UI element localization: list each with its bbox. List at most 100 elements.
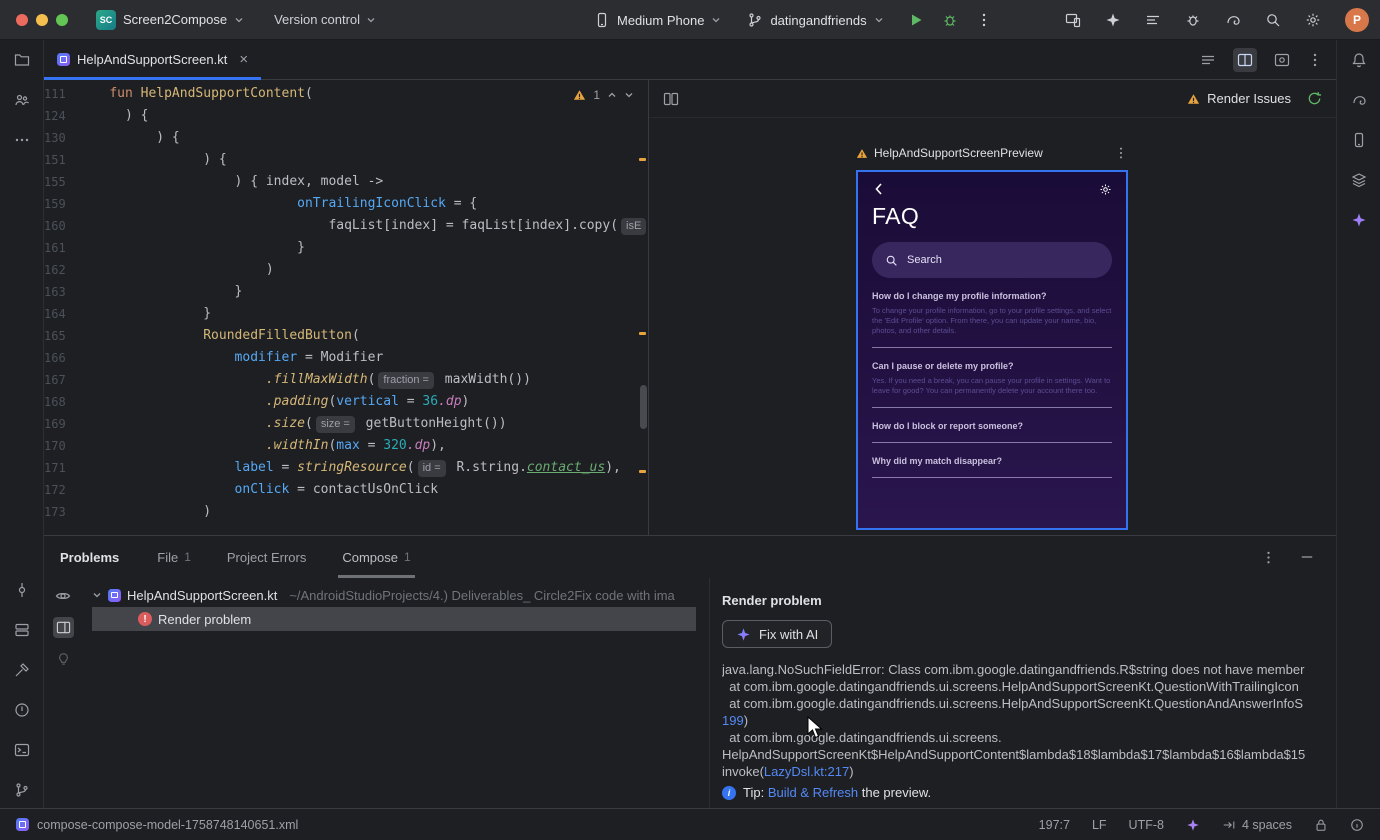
code-line[interactable]: 159 onTrailingIconClick = { [44,193,648,215]
build-refresh-link[interactable]: Build & Refresh [768,785,858,800]
tab-project-errors[interactable]: Project Errors [223,536,310,578]
code-line[interactable]: 169 .size(size = getButtonHeight()) [44,413,648,435]
fix-with-ai-button[interactable]: Fix with AI [722,620,833,648]
terminal-icon[interactable] [14,742,30,758]
code-line[interactable]: 168 .padding(vertical = 36.dp) [44,391,648,413]
line-number[interactable]: 162 [44,259,78,281]
line-number[interactable]: 172 [44,479,78,501]
code-line[interactable]: 151 ) { [44,149,648,171]
stack-trace-link[interactable]: 199 [722,713,744,728]
line-number[interactable]: 155 [44,171,78,193]
split-view-button[interactable] [1233,47,1257,72]
line-number[interactable]: 163 [44,281,78,303]
code-line[interactable]: 172 onClick = contactUsOnClick [44,479,648,501]
preview-more-options-icon[interactable] [1114,146,1128,160]
code-line[interactable]: 163 } [44,281,648,303]
panel-more-options-icon[interactable] [1261,550,1276,565]
warning-stripe-mark[interactable] [639,158,646,161]
avatar[interactable]: P [1345,8,1369,32]
code-line[interactable]: 170 .widthIn(max = 320.dp), [44,435,648,457]
editor-scrollbar[interactable] [640,385,647,429]
render-issues-chip[interactable]: Render Issues [1187,91,1291,106]
line-number[interactable]: 169 [44,413,78,435]
faq-item[interactable]: How do I change my profile information? T… [872,291,1112,348]
code-line[interactable]: 111 fun HelpAndSupportContent( [44,83,648,105]
code-line[interactable]: 164 } [44,303,648,325]
line-number[interactable]: 130 [44,127,78,149]
line-number[interactable]: 170 [44,435,78,457]
line-number[interactable]: 161 [44,237,78,259]
tab-more-options-icon[interactable] [1307,52,1323,68]
minimize-window-button[interactable] [36,13,48,26]
commit-icon[interactable] [14,582,30,598]
code-line[interactable]: 162 ) [44,259,648,281]
line-number[interactable]: 124 [44,105,78,127]
version-control-widget[interactable]: Version control [274,12,376,27]
maximize-window-button[interactable] [56,13,68,26]
tree-file-row[interactable]: HelpAndSupportScreen.kt ~/AndroidStudioP… [92,583,709,607]
line-number[interactable]: 165 [44,325,78,347]
line-number[interactable]: 167 [44,369,78,391]
preview-eye-icon[interactable] [55,588,71,604]
line-number[interactable]: 173 [44,501,78,523]
notifications-bell-icon[interactable] [1351,52,1367,68]
tab-help-and-support-screen[interactable]: HelpAndSupportScreen.kt × [44,40,262,80]
faq-item[interactable]: Can I pause or delete my profile? Yes. If… [872,361,1112,408]
warning-stripe-mark[interactable] [639,332,646,335]
code-line[interactable]: 155 ) { index, model -> [44,171,648,193]
gradle-sync-icon[interactable] [1225,12,1241,28]
code-line[interactable]: 173 ) [44,501,648,523]
line-number[interactable]: 151 [44,149,78,171]
git-branch-icon[interactable] [14,782,30,798]
code-line[interactable]: 166 modifier = Modifier [44,347,648,369]
search-icon[interactable] [1265,12,1281,28]
run-configuration-selector[interactable]: datingandfriends [747,12,883,28]
close-window-button[interactable] [16,13,28,26]
ai-assistant-icon[interactable] [1351,212,1367,228]
line-ending[interactable]: LF [1092,818,1107,832]
file-encoding[interactable]: UTF-8 [1129,818,1164,832]
inspection-widget[interactable]: 1 [573,88,634,102]
line-number[interactable]: 160 [44,215,78,237]
device-explorer-icon[interactable] [1351,132,1367,148]
caret-position[interactable]: 197:7 [1039,818,1070,832]
close-tab-icon[interactable]: × [239,52,248,67]
stack-trace-link[interactable]: LazyDsl.kt:217 [764,764,849,779]
code-line[interactable]: 130 ) { [44,127,648,149]
app-quality-insights-icon[interactable] [1185,12,1201,28]
resource-manager-icon[interactable] [1351,172,1367,188]
more-tools-icon[interactable] [14,132,30,148]
line-number[interactable]: 159 [44,193,78,215]
line-number[interactable]: 168 [44,391,78,413]
problems-icon[interactable] [14,702,30,718]
tree-render-problem-row[interactable]: ! Render problem [92,607,696,631]
line-number[interactable]: 171 [44,457,78,479]
services-icon[interactable] [14,622,30,638]
more-actions-icon[interactable] [976,12,992,28]
preview-layout-icon[interactable] [663,91,679,107]
code-view-button[interactable] [1196,48,1220,72]
gemini-icon[interactable] [1105,12,1121,28]
refresh-preview-icon[interactable] [1307,91,1322,106]
project-folder-icon[interactable] [14,52,30,68]
lightbulb-icon[interactable] [56,651,71,666]
faq-item[interactable]: Why did my match disappear? [872,456,1112,478]
lock-icon[interactable] [1314,818,1328,832]
code-editor[interactable]: 111 fun HelpAndSupportContent(124 ) {130… [44,80,648,535]
debug-button[interactable] [942,12,958,28]
phone-preview[interactable]: FAQ Search How do I change my profile in… [856,170,1128,530]
line-number[interactable]: 164 [44,303,78,325]
running-devices-icon[interactable] [1065,12,1081,28]
gradle-icon[interactable] [1351,92,1367,108]
details-view-toggle[interactable] [52,617,74,638]
pull-requests-icon[interactable] [14,92,30,108]
tab-file[interactable]: File 1 [153,536,195,578]
code-line[interactable]: 171 label = stringResource(id = R.string… [44,457,648,479]
hide-panel-icon[interactable] [1300,550,1314,564]
run-button[interactable] [908,12,924,28]
faq-item[interactable]: How do I block or report someone? [872,421,1112,443]
code-line[interactable]: 167 .fillMaxWidth(fraction = maxWidth()) [44,369,648,391]
prev-warning-icon[interactable] [607,90,617,100]
code-line[interactable]: 124 ) { [44,105,648,127]
project-widget[interactable]: SC Screen2Compose [96,9,244,30]
